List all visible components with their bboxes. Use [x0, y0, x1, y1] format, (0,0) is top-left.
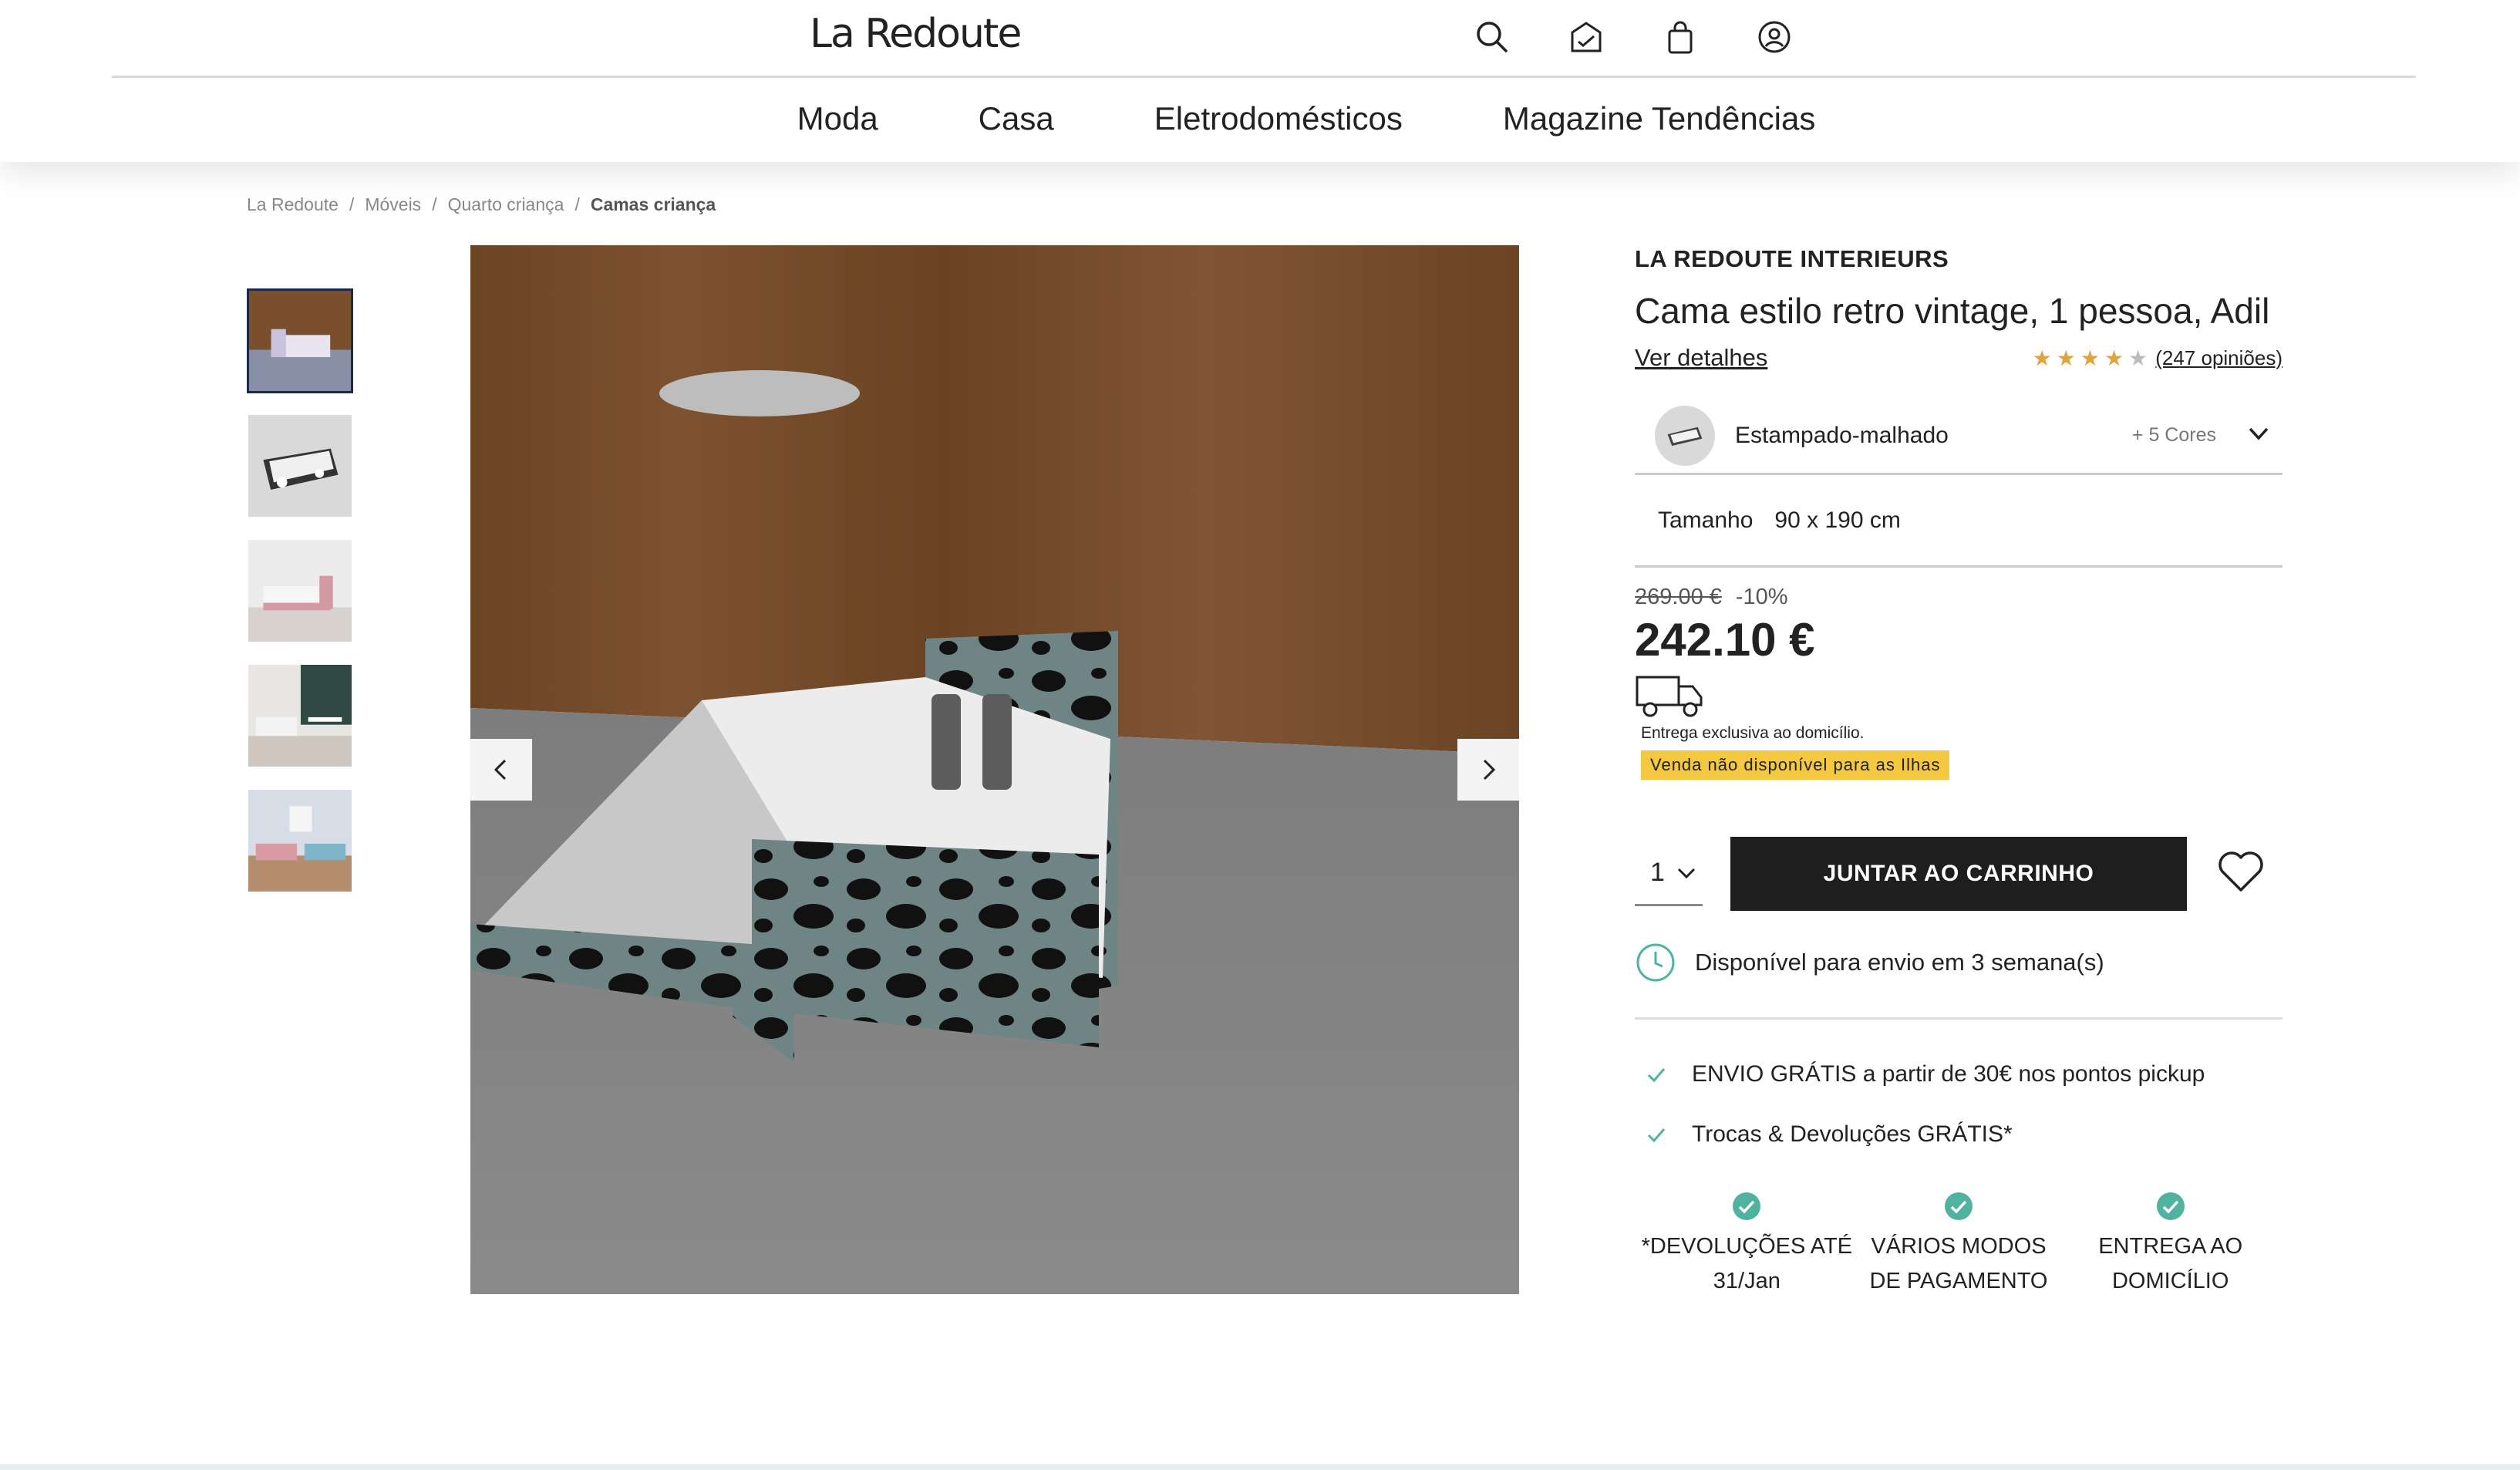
- size-row: Tamanho 90 x 190 cm: [1635, 475, 2282, 568]
- add-to-cart-button[interactable]: JUNTAR AO CARRINHO: [1730, 837, 2187, 911]
- cart-row: 1 JUNTAR AO CARRINHO: [1635, 837, 2282, 911]
- discount: -10%: [1735, 585, 1788, 609]
- details-link[interactable]: Ver detalhes: [1635, 344, 1767, 372]
- rating-row: Ver detalhes ★ ★ ★ ★ ★ (247 opiniões): [1635, 344, 2282, 372]
- pause-icon: [932, 694, 961, 790]
- quantity-select[interactable]: 1: [1635, 841, 1703, 906]
- product-title: Cama estilo retro vintage, 1 pessoa, Adi…: [1635, 291, 2270, 331]
- feature-text: ENTREGA AO DOMICÍLIO: [2098, 1234, 2243, 1293]
- thumbnail-4[interactable]: [247, 663, 353, 768]
- quantity-value: 1: [1650, 858, 1665, 887]
- chevron-left-icon: [494, 759, 507, 781]
- main-nav: Moda Casa Eletrodomésticos Magazine Tend…: [0, 100, 2520, 137]
- breadcrumb: La Redoute / Móveis / Quarto criança / C…: [247, 194, 716, 215]
- footer-band: [0, 1464, 2520, 1470]
- breadcrumb-item[interactable]: La Redoute: [247, 194, 339, 215]
- star-icon: ★: [2032, 346, 2052, 370]
- current-price: 242.10 €: [1635, 614, 1815, 666]
- next-image-button[interactable]: [1457, 739, 1519, 801]
- feature-home-delivery: ENTREGA AO DOMICÍLIO: [2064, 1191, 2276, 1299]
- check-icon: [1647, 1068, 1666, 1083]
- bag-icon[interactable]: [1657, 14, 1703, 60]
- site-logo[interactable]: La Redoute: [810, 11, 1022, 57]
- feature-payment: VÁRIOS MODOS DE PAGAMENTO: [1853, 1191, 2065, 1299]
- thumbnail-5[interactable]: [247, 788, 353, 893]
- color-selector[interactable]: Estampado-malhado + 5 Cores: [1635, 398, 2282, 475]
- features: *DEVOLUÇÕES ATÉ 31/Jan VÁRIOS MODOS DE P…: [1635, 1191, 2282, 1299]
- feature-text: VÁRIOS MODOS DE PAGAMENTO: [1869, 1234, 2048, 1293]
- wishlist-button[interactable]: [2216, 847, 2270, 901]
- check-circle-icon: [2156, 1192, 2185, 1220]
- thumbnail-list: [247, 288, 353, 893]
- breadcrumb-item[interactable]: Móveis: [365, 194, 421, 215]
- card-icon[interactable]: [1563, 14, 1609, 60]
- site-header: La Redoute Moda Casa Eletrodomésticos Ma…: [0, 0, 2520, 162]
- star-icon: ★: [2056, 346, 2076, 370]
- color-swatch: [1655, 405, 1715, 466]
- availability: Disponível para envio em 3 semana(s): [1635, 942, 2282, 1020]
- product-rating[interactable]: ★ ★ ★ ★ ★ (247 opiniões): [2033, 346, 2282, 371]
- reviews-link[interactable]: (247 opiniões): [2155, 346, 2282, 370]
- nav-item-casa[interactable]: Casa: [979, 100, 1054, 137]
- star-icon: ★: [2080, 346, 2100, 370]
- breadcrumb-separator: /: [574, 194, 580, 214]
- feature-returns: *DEVOLUÇÕES ATÉ 31/Jan: [1641, 1191, 1853, 1299]
- prev-image-button[interactable]: [470, 739, 532, 801]
- nav-item-magazine[interactable]: Magazine Tendências: [1503, 100, 1816, 137]
- search-icon[interactable]: [1469, 14, 1515, 60]
- delivery-note: Entrega exclusiva ao domicílio.: [1641, 724, 1865, 742]
- chevron-right-icon: [1483, 759, 1496, 781]
- perk-text: Trocas & Devoluções GRÁTIS*: [1692, 1121, 2013, 1147]
- star-empty-icon: ★: [2128, 346, 2148, 370]
- nav-item-eletrodomesticos[interactable]: Eletrodomésticos: [1154, 100, 1403, 137]
- check-circle-icon: [1945, 1192, 1973, 1220]
- breadcrumb-current: Camas criança: [590, 194, 716, 214]
- product-brand[interactable]: LA REDOUTE INTERIEURS: [1635, 245, 2282, 273]
- header-icons: [1469, 14, 1797, 60]
- pause-button[interactable]: [932, 694, 1012, 790]
- perk-text: ENVIO GRÁTIS a partir de 30€ nos pontos …: [1692, 1061, 2205, 1087]
- chevron-down-icon: [1677, 868, 1695, 878]
- perk-free-shipping: ENVIO GRÁTIS a partir de 30€ nos pontos …: [1646, 1061, 2282, 1087]
- account-icon[interactable]: [1751, 14, 1797, 60]
- more-colors: + 5 Cores: [2131, 424, 2216, 446]
- breadcrumb-item[interactable]: Quarto criança: [448, 194, 564, 215]
- feature-text: *DEVOLUÇÕES ATÉ 31/Jan: [1641, 1234, 1853, 1293]
- islands-badge: Venda não disponível para as Ilhas: [1641, 750, 1950, 780]
- size-value: 90 x 190 cm: [1774, 507, 1901, 533]
- truck-icon: [1636, 676, 1703, 717]
- thumbnail-2[interactable]: [247, 413, 353, 518]
- check-icon: [1647, 1128, 1666, 1143]
- header-divider: [112, 76, 2416, 78]
- star-icon: ★: [2104, 346, 2124, 370]
- old-price-row: 269.00 € -10%: [1635, 585, 2282, 610]
- color-name: Estampado-malhado: [1735, 422, 1949, 448]
- perk-free-returns: Trocas & Devoluções GRÁTIS*: [1646, 1121, 2282, 1148]
- chevron-down-icon: [2245, 420, 2272, 450]
- thumbnail-1[interactable]: [247, 288, 353, 393]
- breadcrumb-separator: /: [432, 194, 437, 214]
- size-label: Tamanho: [1658, 507, 1754, 533]
- heart-icon: [2218, 851, 2263, 892]
- thumbnail-3[interactable]: [247, 538, 353, 643]
- check-circle-icon: [1733, 1192, 1761, 1220]
- nav-item-moda[interactable]: Moda: [797, 100, 878, 137]
- availability-text: Disponível para envio em 3 semana(s): [1695, 949, 2104, 976]
- clock-icon: [1636, 943, 1675, 982]
- product-info: LA REDOUTE INTERIEURS Cama estilo retro …: [1635, 245, 2282, 1299]
- breadcrumb-separator: /: [349, 194, 355, 214]
- old-price: 269.00 €: [1635, 585, 1722, 609]
